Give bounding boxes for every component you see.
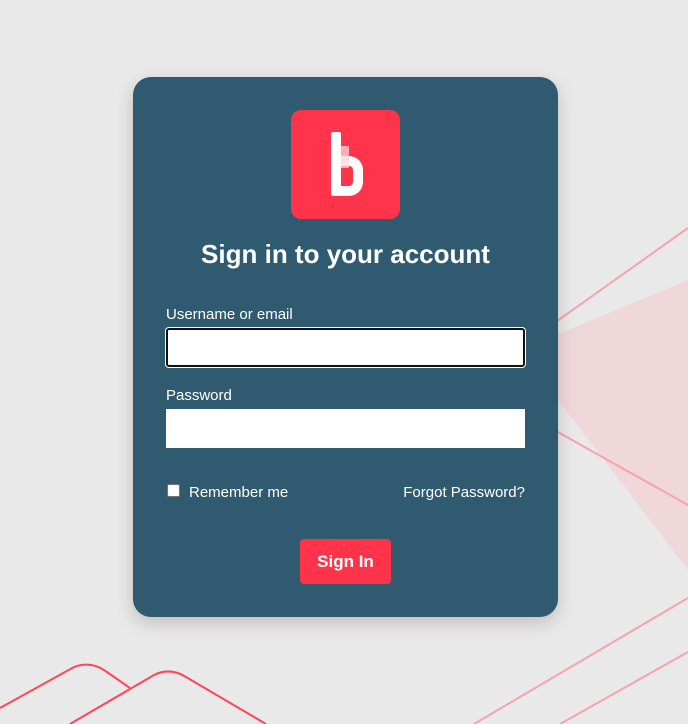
remember-me-checkbox[interactable] xyxy=(167,484,180,497)
brand-b-logo-graphic xyxy=(331,132,363,196)
sign-in-button[interactable]: Sign In xyxy=(300,539,391,584)
username-label: Username or email xyxy=(166,306,293,323)
login-card: Sign in to your account Username or emai… xyxy=(133,77,558,617)
remember-me-option[interactable]: Remember me xyxy=(166,484,288,501)
background-line xyxy=(69,670,267,724)
password-input[interactable] xyxy=(166,409,525,448)
username-input[interactable] xyxy=(166,328,525,367)
forgot-password-link[interactable]: Forgot Password? xyxy=(403,484,525,501)
password-label: Password xyxy=(166,387,232,404)
page-title: Sign in to your account xyxy=(201,239,490,269)
brand-b-logo-icon xyxy=(291,110,400,219)
remember-me-label: Remember me xyxy=(189,484,289,501)
